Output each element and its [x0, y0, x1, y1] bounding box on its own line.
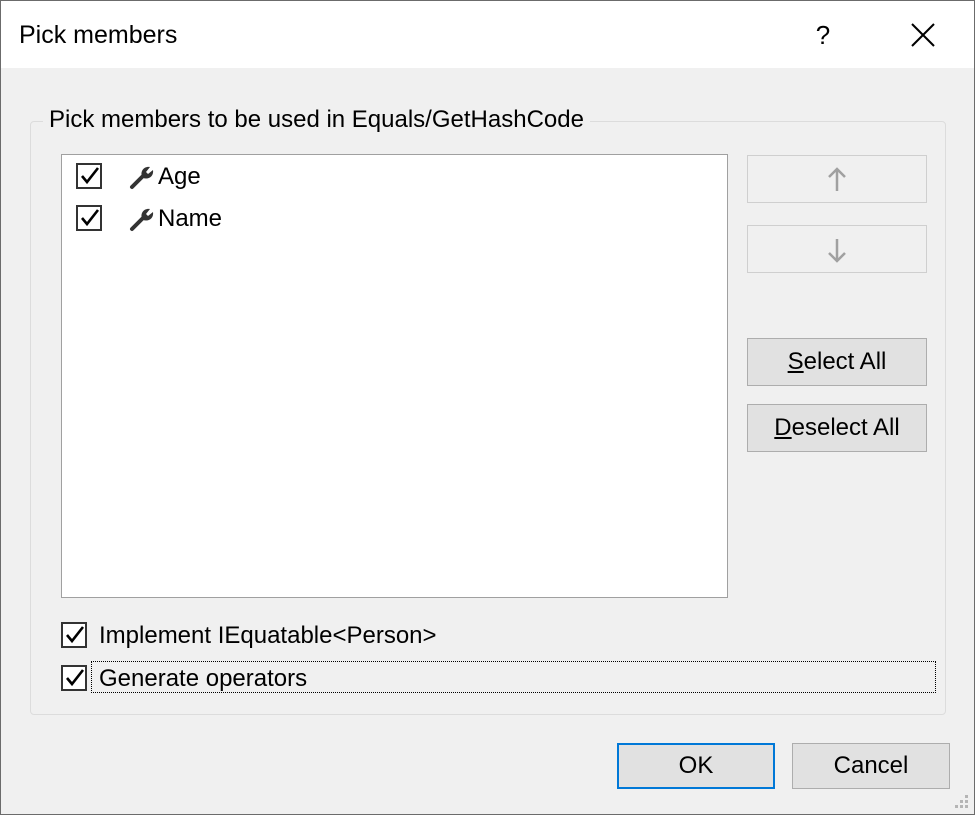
select-all-button[interactable]: Select All	[747, 338, 927, 386]
cancel-label: Cancel	[833, 752, 909, 779]
member-checkbox-name[interactable]	[76, 205, 102, 231]
deselect-all-button[interactable]: Deselect All	[747, 404, 927, 452]
implement-iequatable-checkbox[interactable]	[61, 622, 87, 648]
checkmark-icon	[66, 626, 85, 644]
move-up-button[interactable]	[747, 155, 927, 203]
help-label: ?	[815, 20, 831, 50]
checkmark-icon	[66, 669, 85, 687]
checkmark-icon	[81, 167, 100, 185]
cancel-button[interactable]: Cancel	[792, 743, 950, 789]
deselect-all-mnemonic: D	[774, 414, 792, 441]
close-button[interactable]	[897, 9, 949, 61]
ok-button[interactable]: OK	[617, 743, 775, 789]
arrow-down-icon	[828, 239, 846, 263]
generate-operators-checkbox[interactable]	[61, 665, 87, 691]
member-checkbox-age[interactable]	[76, 163, 102, 189]
member-label: Age	[158, 163, 201, 190]
member-label: Name	[158, 205, 223, 232]
groupbox-legend: Pick members to be used in Equals/GetHas…	[43, 106, 590, 134]
checkmark-icon	[81, 209, 100, 227]
implement-iequatable-label: Implement IEquatable<Person>	[99, 622, 437, 649]
generate-operators-label: Generate operators	[99, 665, 308, 692]
help-button[interactable]: ?	[801, 9, 845, 61]
select-all-mnemonic: S	[787, 348, 804, 375]
arrow-up-icon	[828, 167, 846, 191]
ok-label: OK	[678, 752, 714, 779]
deselect-all-label: eselect All	[791, 414, 900, 441]
wrench-icon	[130, 166, 154, 189]
wrench-icon	[130, 208, 154, 231]
dialog-title: Pick members	[19, 21, 178, 49]
move-down-button[interactable]	[747, 225, 927, 273]
select-all-label: elect All	[803, 348, 887, 375]
pick-members-dialog: Pick members ? Pick members to be used i…	[0, 0, 975, 815]
members-list[interactable]: Age Name	[61, 154, 728, 598]
title-bar: Pick members ?	[1, 1, 974, 68]
resize-grip-icon[interactable]	[951, 791, 971, 811]
close-icon	[911, 23, 935, 47]
